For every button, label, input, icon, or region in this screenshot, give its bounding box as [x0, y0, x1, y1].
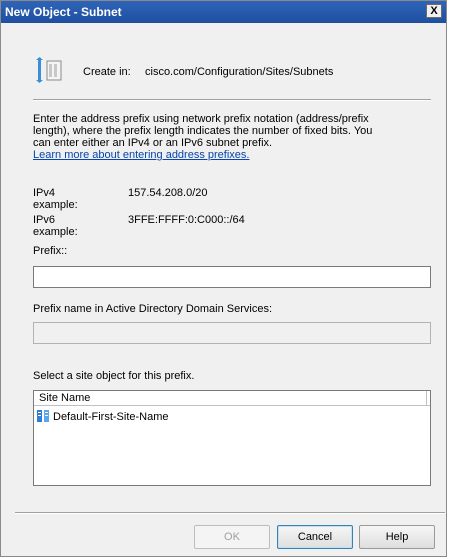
prefix-label: Prefix::	[33, 245, 68, 257]
title-bar[interactable]: New Object - Subnet X	[1, 1, 446, 23]
instruction-line: Enter the address prefix using network p…	[33, 113, 369, 125]
site-name-column-label: Site Name	[39, 392, 91, 404]
help-button[interactable]: Help	[359, 525, 435, 549]
ipv4-example-value: 157.54.208.0/20	[128, 187, 208, 199]
dialog-window: New Object - Subnet X Create in: cisco.c…	[0, 0, 447, 557]
ok-button[interactable]: OK	[194, 525, 270, 549]
footer-divider	[15, 512, 445, 514]
header-row: Create in: cisco.com/Configuration/Sites…	[35, 53, 415, 83]
instruction-line: can enter either an IPv4 or an IPv6 subn…	[33, 137, 273, 149]
create-in-path: cisco.com/Configuration/Sites/Subnets	[145, 66, 334, 78]
site-list-item-label: Default-First-Site-Name	[53, 411, 169, 423]
ipv6-example-value: 3FFE:FFFF:0:C000::/64	[128, 214, 245, 226]
prefix-name-field	[33, 322, 431, 344]
site-icon	[37, 410, 49, 422]
ipv6-example-label: IPv6 example:	[33, 214, 78, 238]
prefix-name-label: Prefix name in Active Directory Domain S…	[33, 303, 273, 315]
close-button[interactable]: X	[426, 4, 442, 18]
instruction-line: length), where the prefix length indicat…	[33, 125, 373, 137]
cancel-button[interactable]: Cancel	[277, 525, 353, 549]
subnet-folder-icon	[36, 57, 62, 83]
create-in-label: Create in:	[83, 66, 131, 78]
prefix-input[interactable]	[33, 266, 431, 288]
header-divider	[33, 99, 431, 101]
window-title: New Object - Subnet	[5, 5, 122, 19]
column-separator[interactable]	[426, 391, 427, 405]
ipv4-example-label: IPv4 example:	[33, 187, 78, 211]
instructions-text: Enter the address prefix using network p…	[33, 113, 428, 161]
site-name-column-header[interactable]: Site Name	[34, 391, 430, 406]
site-select-label: Select a site object for this prefix.	[33, 370, 195, 382]
learn-more-link[interactable]: Learn more about entering address prefix…	[33, 149, 428, 161]
site-listbox[interactable]: Site Name Default-First-Site-Name	[33, 390, 431, 486]
